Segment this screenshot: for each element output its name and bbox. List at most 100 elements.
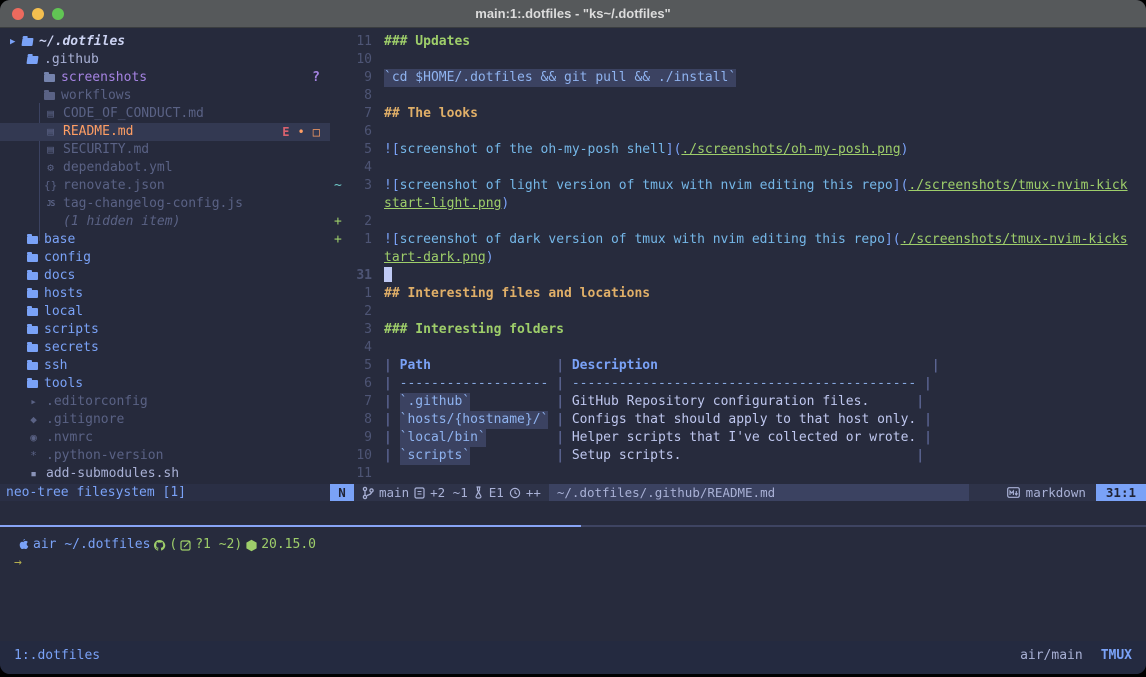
editor-line[interactable]: 11 ### Updates	[330, 33, 1146, 51]
tree-item-label: workflows	[61, 87, 131, 105]
editor-line[interactable]: 5| Path | Description |	[330, 357, 1146, 375]
minimize-button[interactable]	[32, 8, 44, 20]
editor-line[interactable]: 3### Interesting folders	[330, 321, 1146, 339]
editor-line[interactable]: 1## Interesting files and locations	[330, 285, 1146, 303]
editor-line[interactable]: 7| `.github` | GitHub Repository configu…	[330, 393, 1146, 411]
editor-line[interactable]: 2	[330, 303, 1146, 321]
editor-line[interactable]: 6| ------------------- | ---------------…	[330, 375, 1146, 393]
expander-icon[interactable]: ▶	[10, 33, 22, 51]
editor-line[interactable]: +1![screenshot of dark version of tmux w…	[330, 231, 1146, 249]
json-icon: {}	[44, 177, 57, 195]
editor-line[interactable]: 31	[330, 267, 1146, 285]
tree-item-.github[interactable]: .github	[0, 51, 330, 69]
traffic-lights	[12, 0, 64, 28]
fullscreen-button[interactable]	[52, 8, 64, 20]
tree-item-add-submodules.sh[interactable]: ▪add-submodules.sh	[0, 465, 330, 483]
tree-item-tools[interactable]: tools	[0, 375, 330, 393]
github-octocat-icon	[153, 539, 166, 552]
editor-line[interactable]: 10| `scripts` | Setup scripts. |	[330, 447, 1146, 465]
neo-tree-sidebar[interactable]: ▶~/.dotfiles.githubscreenshots?workflows…	[0, 28, 330, 484]
tree-item-workflows[interactable]: workflows	[0, 87, 330, 105]
folder-icon	[27, 254, 38, 262]
shell-pane[interactable]: air ~/.dotfiles ( ?1 ~2) 20.15.0 →	[0, 534, 1146, 641]
line-text: | ------------------- | ----------------…	[384, 375, 932, 393]
tree-item-hosts[interactable]: hosts	[0, 285, 330, 303]
editor-buffer[interactable]: 11 ### Updates109`cd $HOME/.dotfiles && g…	[330, 28, 1146, 484]
cursor	[384, 267, 392, 282]
line-number: 7	[346, 105, 372, 123]
editor-line[interactable]: 4	[330, 159, 1146, 177]
statusline: N main +2 ~1 E1 ++ ~/.dotfiles/.github/R…	[330, 484, 1146, 501]
gitsign-column	[330, 339, 346, 357]
tree-item-label: renovate.json	[63, 177, 165, 195]
tree-item-label: tools	[44, 375, 83, 393]
line-text: tart-dark.png)	[384, 249, 494, 267]
gitsign-column	[330, 33, 346, 51]
editor-line[interactable]: tart-dark.png)	[330, 249, 1146, 267]
line-text: ### Interesting folders	[384, 321, 564, 339]
tree-item--1-hidden-item-[interactable]: (1 hidden item)	[0, 213, 330, 231]
git-branch-icon	[362, 486, 374, 500]
tmux-session-label: air/main	[1020, 648, 1083, 663]
tree-item-.nvmrc[interactable]: ◉.nvmrc	[0, 429, 330, 447]
tree-item-dependabot.yml[interactable]: ⚙dependabot.yml	[0, 159, 330, 177]
git-status-text: ?1 ~2)	[195, 536, 242, 554]
tree-item-scripts[interactable]: scripts	[0, 321, 330, 339]
editor-line[interactable]: 4	[330, 339, 1146, 357]
tmux-window-tab[interactable]: 1:.dotfiles	[14, 648, 100, 663]
editor-line[interactable]: +2	[330, 213, 1146, 231]
line-text: ### Updates	[384, 33, 470, 51]
tree-item-.editorconfig[interactable]: ▸.editorconfig	[0, 393, 330, 411]
tree-item-label: .python-version	[46, 447, 163, 465]
tree-item-code-of-conduct.md[interactable]: ▤CODE_OF_CONDUCT.md	[0, 105, 330, 123]
buffer-file-icon	[414, 487, 425, 499]
neo-tree-status: neo-tree filesystem [1]	[0, 484, 330, 501]
tree-item-.gitignore[interactable]: ◆.gitignore	[0, 411, 330, 429]
line-text: ![screenshot of light version of tmux wi…	[384, 177, 1128, 195]
tree-item-readme.md[interactable]: ▤README.mdE•□	[0, 123, 330, 141]
tree-item-config[interactable]: config	[0, 249, 330, 267]
tmux-pane-border[interactable]	[0, 525, 1146, 527]
editor-line[interactable]: 11	[330, 465, 1146, 483]
editor-line[interactable]: 6	[330, 123, 1146, 141]
folder-icon	[27, 326, 38, 334]
gitsign-column	[330, 303, 346, 321]
close-button[interactable]	[12, 8, 24, 20]
gitsign-column: ~	[330, 177, 346, 195]
nodejs-icon	[245, 539, 258, 552]
python-version-icon: *	[27, 447, 40, 465]
line-text: ## Interesting files and locations	[384, 285, 650, 303]
tree-item-label: .gitignore	[46, 411, 124, 429]
tree-item-local[interactable]: local	[0, 303, 330, 321]
titlebar: main:1:.dotfiles - "ks~/.dotfiles"	[0, 0, 1146, 28]
editor-line[interactable]: 10	[330, 51, 1146, 69]
editor-line[interactable]: 9| `local/bin` | Helper scripts that I'v…	[330, 429, 1146, 447]
tree-item---.dotfiles[interactable]: ▶~/.dotfiles	[0, 33, 330, 51]
shell-input-line[interactable]: →	[14, 554, 1146, 572]
tree-item-secrets[interactable]: secrets	[0, 339, 330, 357]
tree-item-label: .github	[44, 51, 99, 69]
editor-line[interactable]: ~3![screenshot of light version of tmux …	[330, 177, 1146, 195]
editor-line[interactable]: 7## The looks	[330, 105, 1146, 123]
line-number: 8	[346, 411, 372, 429]
editor-line[interactable]: 8| `hosts/{hostname}/` | Configs that sh…	[330, 411, 1146, 429]
editor-line[interactable]: 8	[330, 87, 1146, 105]
nvm-icon: ◉	[27, 429, 40, 447]
folder-icon	[21, 38, 33, 46]
tree-item-ssh[interactable]: ssh	[0, 357, 330, 375]
tree-item-screenshots[interactable]: screenshots?	[0, 69, 330, 87]
editor-line[interactable]: start-light.png)	[330, 195, 1146, 213]
diagnostics-error-count: E1	[489, 485, 504, 500]
folder-icon	[27, 236, 38, 244]
tree-item-security.md[interactable]: ▤SECURITY.md	[0, 141, 330, 159]
vim-mode-indicator: N	[330, 484, 354, 501]
tree-item-docs[interactable]: docs	[0, 267, 330, 285]
editor-line[interactable]: 5![screenshot of the oh-my-posh shell](.…	[330, 141, 1146, 159]
tree-item-renovate.json[interactable]: {} renovate.json	[0, 177, 330, 195]
tree-item-base[interactable]: base	[0, 231, 330, 249]
tree-item-.python-version[interactable]: * .python-version	[0, 447, 330, 465]
tree-item-tag-changelog-config.js[interactable]: JStag-changelog-config.js	[0, 195, 330, 213]
editor-line[interactable]: 9`cd $HOME/.dotfiles && git pull && ./in…	[330, 69, 1146, 87]
line-number: 11	[346, 33, 372, 51]
line-text	[384, 267, 392, 285]
